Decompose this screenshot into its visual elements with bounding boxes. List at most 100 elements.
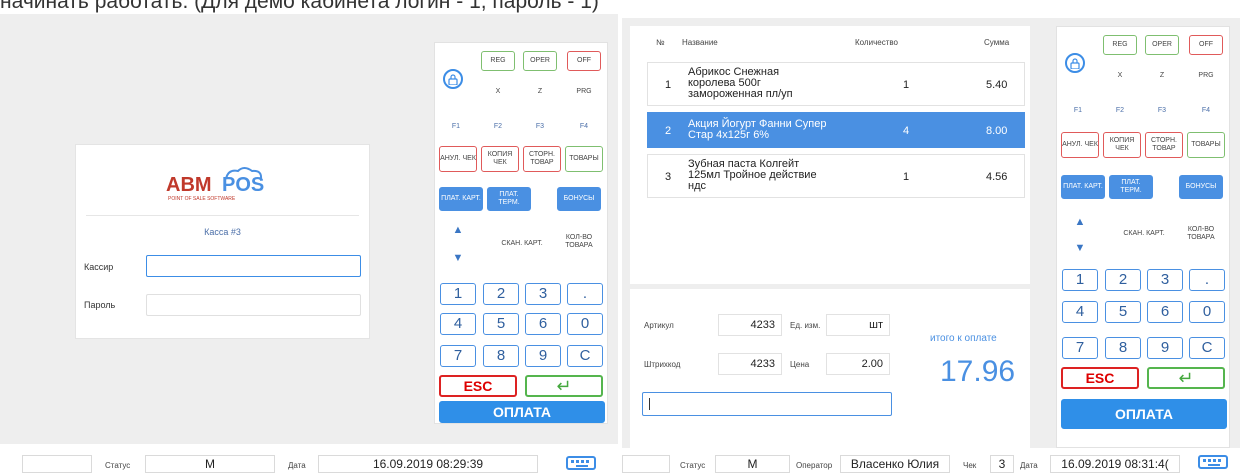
pay-card-button[interactable]: ПЛАТ. КАРТ. <box>439 187 483 211</box>
down-arrow-icon[interactable]: ▼ <box>1061 239 1099 257</box>
status-value: M <box>715 455 790 473</box>
prg-button[interactable]: PRG <box>1189 67 1223 85</box>
barcode-input[interactable] <box>642 392 892 416</box>
quantity-button[interactable]: КОЛ-ВО ТОВАРА <box>557 229 601 255</box>
article-label: Артикул <box>644 321 674 330</box>
date-label: Дата <box>288 461 306 470</box>
check-value: 3 <box>990 455 1014 473</box>
cancel-check-button[interactable]: АНУЛ. ЧЕК <box>439 146 477 172</box>
digit-2-button[interactable]: 2 <box>483 283 519 305</box>
f3-button[interactable]: F3 <box>1145 103 1179 119</box>
bonuses-button[interactable]: БОНУСЫ <box>1179 175 1223 199</box>
table-row[interactable]: 2 Акция Йогурт Фанни Супер Стар 4х125г 6… <box>647 112 1025 148</box>
keyboard-icon[interactable] <box>1198 455 1228 469</box>
up-arrow-icon[interactable]: ▲ <box>1061 213 1099 231</box>
row-sum: 5.40 <box>986 79 1008 91</box>
digit-4-button[interactable]: 4 <box>1062 301 1098 323</box>
f4-button[interactable]: F4 <box>1189 103 1223 119</box>
storno-button[interactable]: СТОРН. ТОВАР <box>523 146 561 172</box>
lock-icon[interactable] <box>1065 53 1085 73</box>
digit-6-button[interactable]: 6 <box>525 313 561 335</box>
digit-8-button[interactable]: 8 <box>483 345 519 367</box>
esc-button[interactable]: ESC <box>1061 367 1139 389</box>
copy-check-button[interactable]: КОПИЯ ЧЕК <box>1103 132 1141 158</box>
digit-4-button[interactable]: 4 <box>440 313 476 335</box>
lock-icon[interactable] <box>443 69 463 89</box>
up-arrow-icon[interactable]: ▲ <box>439 221 477 239</box>
x-report-button[interactable]: X <box>1103 67 1137 85</box>
digit-0-button[interactable]: 0 <box>567 313 603 335</box>
pay-button[interactable]: ОПЛАТА <box>439 401 605 423</box>
digit-3-button[interactable]: 3 <box>525 283 561 305</box>
table-row[interactable]: 1 Абрикос Снежная королева 500г замороже… <box>647 62 1025 106</box>
unit-label: Ед. изм. <box>790 321 821 330</box>
pay-terminal-button[interactable]: ПЛАТ. ТЕРМ. <box>487 187 531 211</box>
oper-button[interactable]: OPER <box>1145 35 1179 55</box>
row-qty: 4 <box>903 125 910 137</box>
item-details-panel: Артикул 4233 Ед. изм. шт Штрихкод 4233 Ц… <box>630 289 1030 448</box>
f3-button[interactable]: F3 <box>523 119 557 135</box>
pay-terminal-button[interactable]: ПЛАТ. ТЕРМ. <box>1109 175 1153 199</box>
f4-button[interactable]: F4 <box>567 119 601 135</box>
oper-button[interactable]: OPER <box>523 51 557 71</box>
svg-text:POINT OF SALE SOFTWARE: POINT OF SALE SOFTWARE <box>168 196 236 202</box>
digit-7-button[interactable]: 7 <box>440 345 476 367</box>
clear-button[interactable]: C <box>1189 337 1225 359</box>
clear-button[interactable]: C <box>567 345 603 367</box>
enter-icon[interactable]: ↵ <box>525 375 603 397</box>
scan-card-button[interactable]: СКАН. КАРТ. <box>497 233 547 255</box>
abmpos-logo: ABM POS POINT OF SALE SOFTWARE <box>166 167 264 202</box>
digit-8-button[interactable]: 8 <box>1105 337 1141 359</box>
digit-6-button[interactable]: 6 <box>1147 301 1183 323</box>
x-report-button[interactable]: X <box>481 83 515 101</box>
off-button[interactable]: OFF <box>567 51 601 71</box>
digit-0-button[interactable]: 0 <box>1189 301 1225 323</box>
dot-button[interactable]: . <box>567 283 603 305</box>
table-row[interactable]: 3 Зубная паста Колгейт 125мл Тройное дей… <box>647 154 1025 198</box>
enter-icon[interactable]: ↵ <box>1147 367 1225 389</box>
digit-1-button[interactable]: 1 <box>1062 269 1098 291</box>
pay-card-button[interactable]: ПЛАТ. КАРТ. <box>1061 175 1105 199</box>
digit-5-button[interactable]: 5 <box>1105 301 1141 323</box>
pay-button[interactable]: ОПЛАТА <box>1061 399 1227 429</box>
cancel-check-button[interactable]: АНУЛ. ЧЕК <box>1061 132 1099 158</box>
reg-button[interactable]: REG <box>1103 35 1137 55</box>
row-qty: 1 <box>903 171 910 183</box>
storno-button[interactable]: СТОРН. ТОВАР <box>1145 132 1183 158</box>
prg-button[interactable]: PRG <box>567 83 601 101</box>
off-button[interactable]: OFF <box>1189 35 1223 55</box>
f2-button[interactable]: F2 <box>481 119 515 135</box>
digit-1-button[interactable]: 1 <box>440 283 476 305</box>
copy-check-button[interactable]: КОПИЯ ЧЕК <box>481 146 519 172</box>
digit-9-button[interactable]: 9 <box>525 345 561 367</box>
goods-button[interactable]: ТОВАРЫ <box>1187 132 1225 158</box>
digit-2-button[interactable]: 2 <box>1105 269 1141 291</box>
z-report-button[interactable]: Z <box>523 83 557 101</box>
keyboard-icon[interactable] <box>566 456 596 470</box>
f1-button[interactable]: F1 <box>439 119 473 135</box>
total-label: итого к оплате <box>930 333 997 344</box>
z-report-button[interactable]: Z <box>1145 67 1179 85</box>
quantity-button[interactable]: КОЛ-ВО ТОВАРА <box>1179 221 1223 247</box>
cashier-input[interactable] <box>146 255 361 277</box>
digit-9-button[interactable]: 9 <box>1147 337 1183 359</box>
digit-5-button[interactable]: 5 <box>483 313 519 335</box>
row-name: Акция Йогурт Фанни Супер Стар 4х125г 6% <box>688 118 827 141</box>
f1-button[interactable]: F1 <box>1061 103 1095 119</box>
digit-3-button[interactable]: 3 <box>1147 269 1183 291</box>
barcode-field: 4233 <box>718 353 782 375</box>
bonuses-button[interactable]: БОНУСЫ <box>557 187 601 211</box>
reg-button[interactable]: REG <box>481 51 515 71</box>
scan-card-button[interactable]: СКАН. КАРТ. <box>1119 223 1169 245</box>
down-arrow-icon[interactable]: ▼ <box>439 249 477 267</box>
esc-button[interactable]: ESC <box>439 375 517 397</box>
digit-7-button[interactable]: 7 <box>1062 337 1098 359</box>
keypad-left: REG OPER OFF X Z PRG F1 F2 F3 F4 АНУЛ. Ч… <box>434 42 608 424</box>
unit-field: шт <box>826 314 890 336</box>
col-sum: Сумма <box>984 38 1010 47</box>
goods-button[interactable]: ТОВАРЫ <box>565 146 603 172</box>
dot-button[interactable]: . <box>1189 269 1225 291</box>
svg-text:POS: POS <box>222 174 264 196</box>
f2-button[interactable]: F2 <box>1103 103 1137 119</box>
password-input[interactable] <box>146 294 361 316</box>
